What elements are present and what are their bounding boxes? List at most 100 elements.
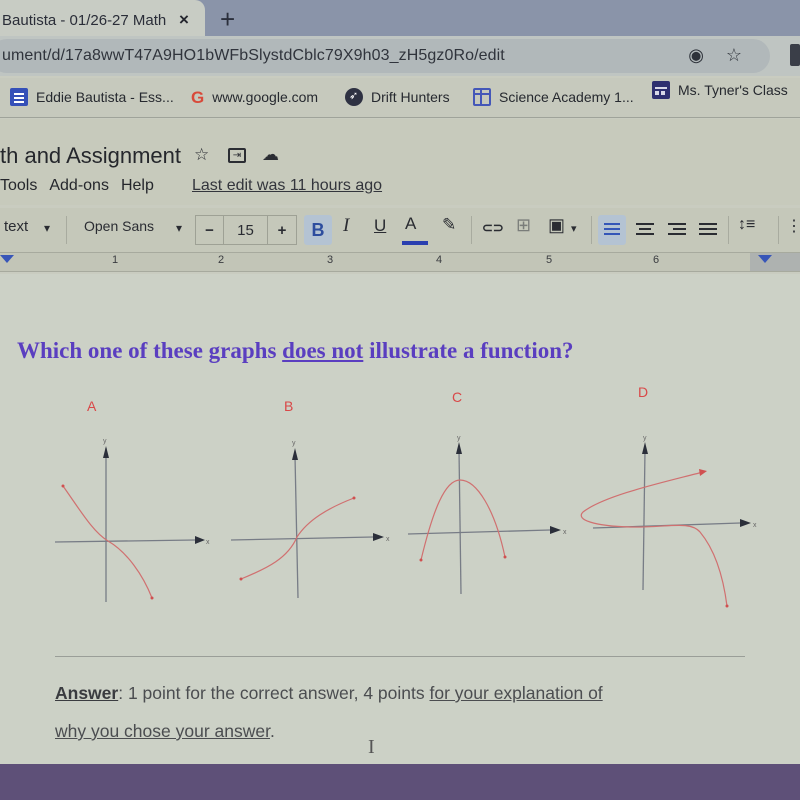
bookmark-eddie-bautista[interactable]: Eddie Bautista - Ess... bbox=[10, 88, 174, 106]
left-indent-marker[interactable] bbox=[0, 255, 14, 263]
menu-tools[interactable]: Tools bbox=[0, 177, 37, 195]
extension-icon[interactable] bbox=[790, 44, 800, 66]
browser-tab[interactable]: Bautista - 01/26-27 Math a × bbox=[0, 0, 205, 40]
curve-endpoint bbox=[352, 496, 356, 500]
classroom-icon bbox=[652, 81, 670, 99]
toolbar-divider bbox=[778, 216, 779, 244]
ruler-mark: 6 bbox=[653, 254, 660, 266]
font-dropdown-icon[interactable]: ▾ bbox=[176, 221, 182, 235]
font-select[interactable]: Open Sans bbox=[84, 218, 154, 234]
y-axis-label: y bbox=[643, 435, 647, 442]
curve-endpoint bbox=[725, 604, 729, 608]
bookmark-science-academy[interactable]: Science Academy 1... bbox=[473, 88, 634, 106]
toolbar-divider bbox=[591, 216, 592, 244]
ruler: 1 2 3 4 5 6 bbox=[0, 252, 800, 272]
style-dropdown-icon[interactable]: ▾ bbox=[44, 221, 50, 235]
bookmarks-bar: Eddie Bautista - Ess... G www.google.com… bbox=[0, 78, 800, 118]
line-spacing-icon[interactable]: ↕≡ bbox=[738, 216, 755, 234]
question-heading: Which one of these graphs does not illus… bbox=[17, 338, 574, 364]
function-curve bbox=[420, 479, 506, 561]
x-axis-arrow bbox=[373, 533, 384, 541]
add-comment-icon[interactable]: ⊞ bbox=[516, 215, 531, 236]
cloud-saved-icon[interactable]: ☁ bbox=[262, 145, 279, 165]
omnibox[interactable]: ument/d/17a8wwT47A9HO1bWFbSlystdCblc79X9… bbox=[0, 39, 770, 73]
align-right-icon[interactable] bbox=[668, 223, 686, 235]
align-left-button[interactable] bbox=[598, 215, 626, 245]
italic-button[interactable]: I bbox=[343, 215, 349, 237]
last-edit-link[interactable]: Last edit was 11 hours ago bbox=[192, 177, 382, 195]
menu-help[interactable]: Help bbox=[121, 177, 154, 195]
y-axis-arrow bbox=[456, 442, 462, 454]
menu-bar: Tools Add-ons Help bbox=[0, 177, 166, 195]
text-cursor-icon: I bbox=[368, 736, 375, 758]
font-size-input[interactable]: 15 bbox=[224, 216, 268, 244]
x-axis bbox=[55, 539, 196, 543]
move-to-folder-icon[interactable]: ⇥ bbox=[228, 148, 246, 163]
toolbar-divider bbox=[471, 216, 472, 244]
ruler-mark: 2 bbox=[218, 254, 225, 266]
y-axis bbox=[458, 449, 462, 595]
x-axis-arrow bbox=[195, 536, 205, 544]
align-left-icon bbox=[604, 223, 620, 225]
highlight-icon[interactable]: ✎ bbox=[442, 215, 456, 235]
font-size-stepper: − 15 + bbox=[195, 215, 297, 245]
answer-underlined-1: for your explanation of bbox=[429, 683, 603, 703]
style-select[interactable]: text bbox=[4, 218, 28, 235]
tab-title: Bautista - 01/26-27 Math a bbox=[2, 11, 167, 29]
bold-button[interactable]: B bbox=[304, 215, 332, 245]
formatting-toolbar: text ▾ Open Sans ▾ − 15 + B I U A ✎ ⊂⊃ ⊞… bbox=[0, 208, 800, 252]
star-icon[interactable]: ☆ bbox=[194, 145, 209, 165]
x-axis-label: x bbox=[753, 522, 757, 529]
address-bar-row: ument/d/17a8wwT47A9HO1bWFbSlystdCblc79X9… bbox=[0, 36, 800, 76]
x-axis-label: x bbox=[563, 529, 567, 536]
image-dropdown-icon[interactable]: ▾ bbox=[571, 222, 577, 235]
taskbar bbox=[0, 764, 800, 800]
x-axis bbox=[230, 536, 374, 541]
curve-endpoint bbox=[61, 484, 65, 488]
bookmark-label: Science Academy 1... bbox=[499, 89, 634, 105]
document-title[interactable]: th and Assignment bbox=[0, 143, 181, 169]
graph-a: x y bbox=[55, 438, 210, 602]
justify-icon[interactable] bbox=[699, 223, 717, 235]
text-color-swatch bbox=[402, 241, 428, 245]
x-axis-label: x bbox=[206, 539, 210, 546]
bookmark-star-icon[interactable]: ☆ bbox=[726, 45, 742, 66]
toolbar-divider bbox=[66, 216, 67, 244]
bookmark-google[interactable]: G www.google.com bbox=[191, 88, 319, 107]
bookmark-label: Eddie Bautista - Ess... bbox=[36, 89, 174, 105]
graph-d: x y bbox=[580, 435, 757, 608]
y-axis bbox=[642, 449, 646, 591]
text-color-button[interactable]: A bbox=[405, 214, 416, 234]
new-tab-icon[interactable]: + bbox=[220, 4, 235, 35]
question-text-2: illustrate a function? bbox=[363, 338, 574, 363]
question-text-1: Which one of these graphs bbox=[17, 338, 283, 363]
bookmark-label: Ms. Tyner's Class bbox=[678, 82, 788, 98]
increase-font-size-button[interactable]: + bbox=[268, 216, 296, 244]
bookmark-ms-tyners-class[interactable]: Ms. Tyner's Class bbox=[652, 81, 788, 99]
close-tab-icon[interactable]: × bbox=[179, 10, 189, 30]
ruler-mark: 5 bbox=[546, 254, 553, 266]
bookmark-drift-hunters[interactable]: Drift Hunters bbox=[345, 88, 450, 106]
question-emphasis: does not bbox=[282, 338, 364, 363]
graph-label-b: B bbox=[284, 398, 294, 414]
bookmark-label: www.google.com bbox=[212, 89, 319, 105]
answer-label: Answer bbox=[55, 683, 119, 703]
answer-paragraph: Answer: 1 point for the correct answer, … bbox=[55, 674, 775, 750]
underline-button[interactable]: U bbox=[374, 216, 386, 236]
align-center-icon[interactable] bbox=[636, 223, 654, 235]
url-text[interactable]: ument/d/17a8wwT47A9HO1bWFbSlystdCblc79X9… bbox=[2, 47, 505, 65]
link-icon[interactable]: ⊂⊃ bbox=[482, 220, 504, 236]
docs-header: th and Assignment ☆ ⇥ ☁ Tools Add-ons He… bbox=[0, 119, 800, 205]
curve-endpoint bbox=[150, 596, 154, 600]
menu-add-ons[interactable]: Add-ons bbox=[49, 177, 109, 195]
insert-image-icon[interactable]: ▣ bbox=[548, 215, 565, 236]
location-icon[interactable]: ◉ bbox=[688, 45, 704, 66]
numbered-list-icon[interactable]: ⋮≡ bbox=[786, 216, 800, 236]
x-axis-label: x bbox=[386, 536, 390, 543]
ruler-mark: 3 bbox=[327, 254, 334, 266]
right-indent-marker[interactable] bbox=[758, 255, 772, 263]
curve-endpoint bbox=[419, 558, 423, 562]
y-axis-arrow bbox=[292, 448, 298, 460]
curve-endpoint bbox=[239, 577, 243, 581]
decrease-font-size-button[interactable]: − bbox=[196, 216, 224, 244]
